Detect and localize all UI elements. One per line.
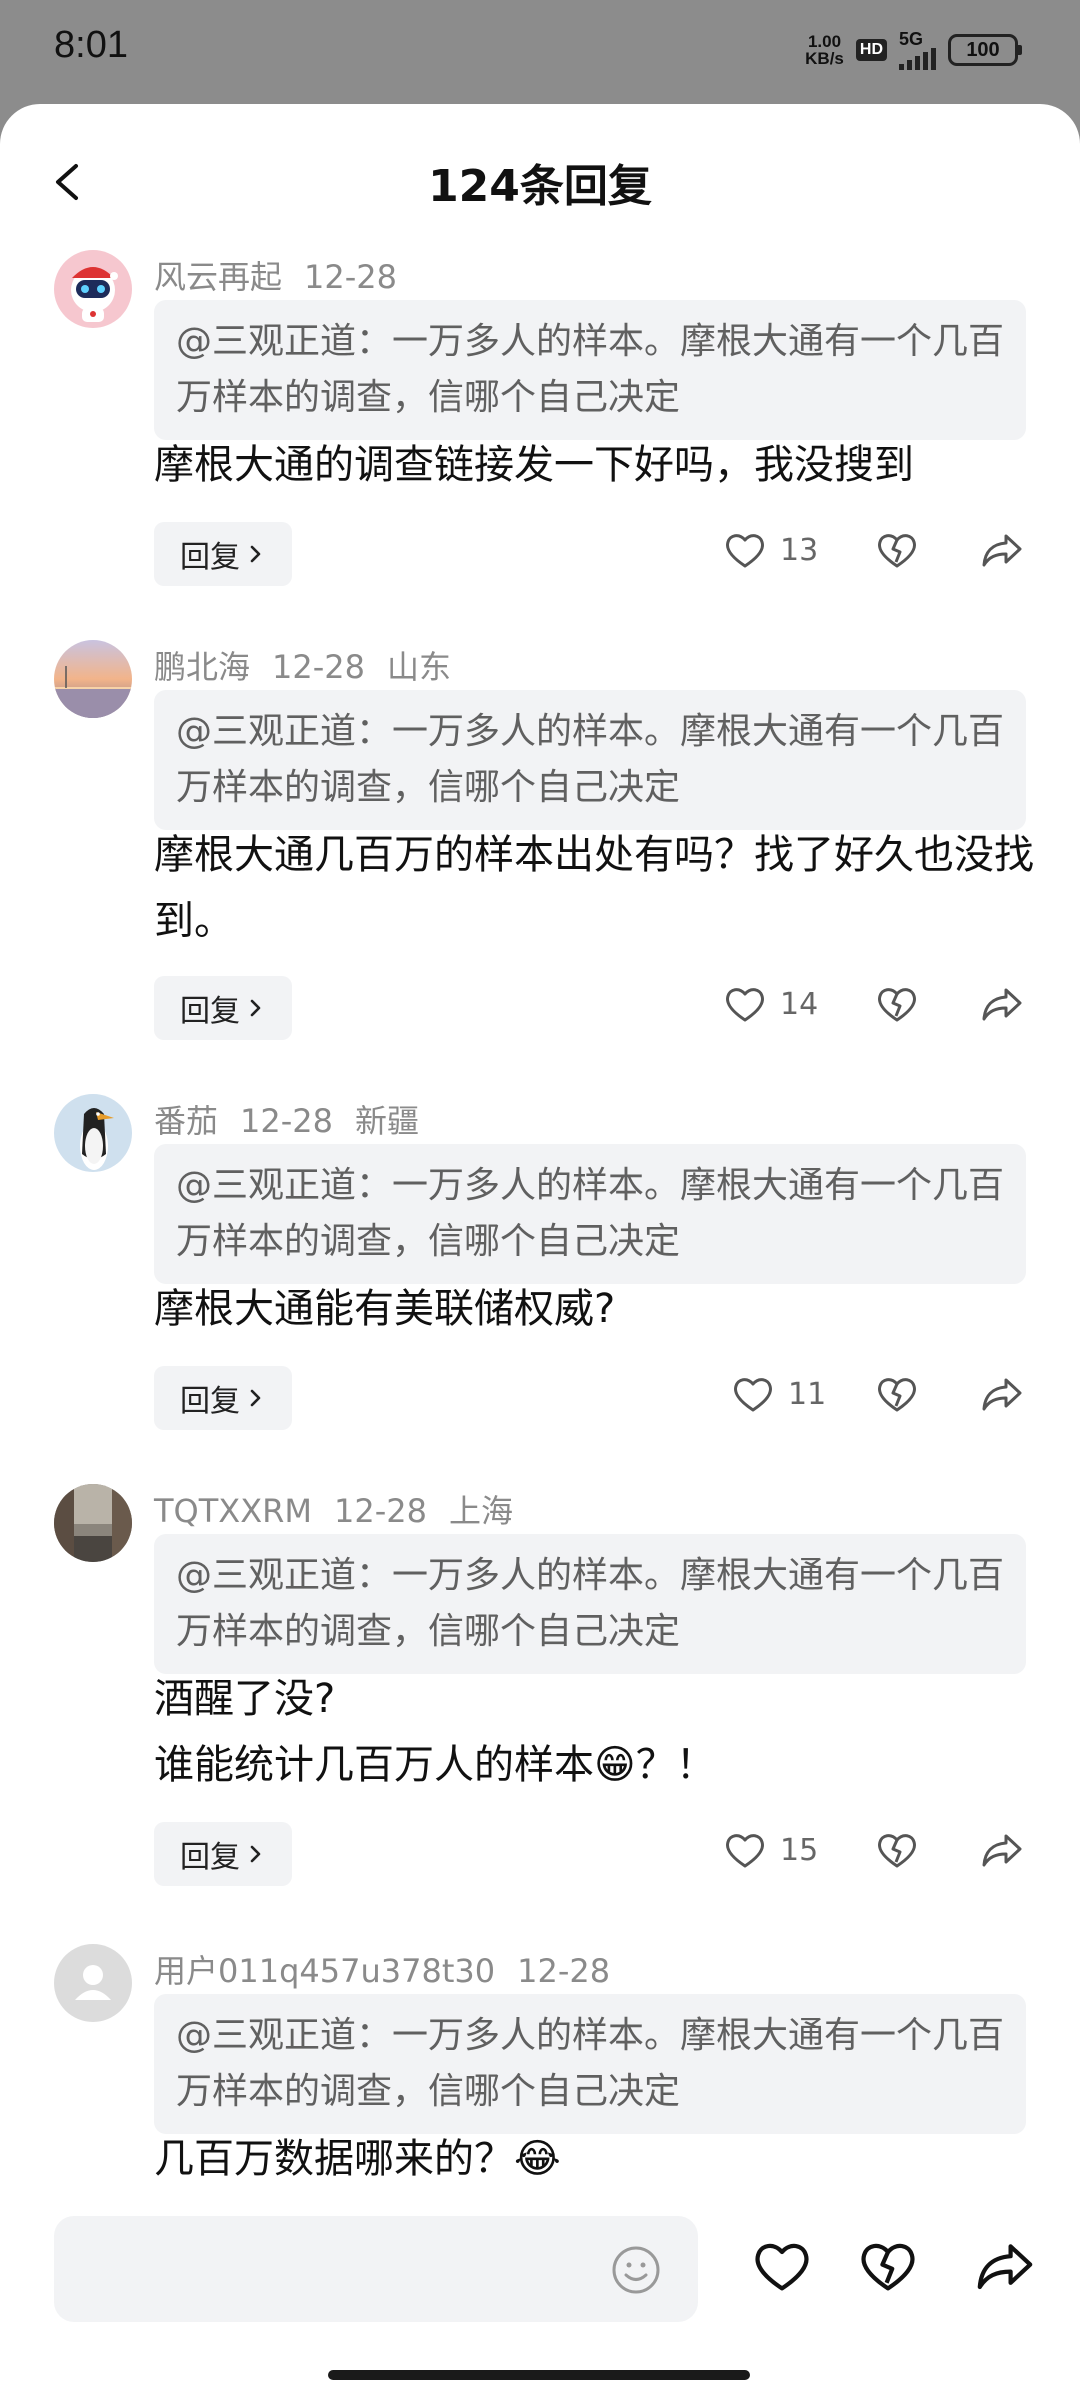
replies-sheet: 124条回复 风云再起 12-28 @三观正道：一万多人的样本。摩根大通有一个几百… bbox=[0, 104, 1080, 2400]
comment-date: 12-28 bbox=[304, 258, 397, 296]
comment-date: 12-28 bbox=[517, 1952, 611, 1990]
like-count: 14 bbox=[780, 986, 819, 1022]
comment-meta: 风云再起 12-28 bbox=[154, 252, 419, 298]
broken-heart-icon bbox=[861, 2243, 915, 2291]
comment-meta: 鹏北海 12-28 山东 bbox=[154, 642, 473, 688]
avatar[interactable] bbox=[54, 250, 132, 328]
share-icon bbox=[982, 1378, 1022, 1411]
share-icon bbox=[982, 534, 1022, 567]
comment-text: 摩根大通能有美联储权威? bbox=[154, 1286, 616, 1332]
avatar[interactable] bbox=[54, 1094, 132, 1172]
comment-actions: 15 bbox=[0, 1822, 1080, 1886]
comment-text-line: 谁能统计几百万人的样本😁？！ bbox=[154, 1742, 716, 1788]
status-time: 8:01 bbox=[54, 24, 128, 66]
quoted-comment: @三观正道：一万多人的样本。摩根大通有一个几百万样本的调查，信哪个自己决定 bbox=[154, 690, 1026, 830]
share-icon bbox=[982, 1834, 1022, 1867]
page-title: 124条回复 bbox=[428, 161, 652, 212]
username[interactable]: 风云再起 bbox=[154, 258, 282, 296]
share-button[interactable] bbox=[980, 530, 1024, 574]
quoted-comment: @三观正道：一万多人的样本。摩根大通有一个几百万样本的调查，信哪个自己决定 bbox=[154, 300, 1026, 440]
share-button[interactable] bbox=[980, 1374, 1024, 1418]
share-button[interactable] bbox=[980, 1830, 1024, 1874]
heart-icon bbox=[726, 1834, 764, 1868]
like-button[interactable] bbox=[752, 2238, 812, 2298]
heart-icon bbox=[726, 988, 764, 1022]
dislike-button[interactable] bbox=[876, 1374, 918, 1418]
comment-date: 12-28 bbox=[272, 648, 365, 686]
status-bar: 8:01 1.00 KB/s HD 5G 100 bbox=[0, 0, 1080, 100]
like-button[interactable]: 11 bbox=[732, 1374, 826, 1414]
tears-of-joy-emoji: 😂 bbox=[514, 2136, 561, 2182]
home-indicator[interactable] bbox=[328, 2370, 750, 2380]
comment-meta: 用户011q457u378t30 12-28 bbox=[154, 1946, 632, 1992]
header: 124条回复 bbox=[0, 104, 1080, 254]
dislike-button[interactable] bbox=[876, 1830, 918, 1874]
dislike-button[interactable] bbox=[876, 530, 918, 574]
like-count: 15 bbox=[780, 1832, 819, 1868]
dislike-button[interactable] bbox=[876, 984, 918, 1028]
comment-meta: 番茄 12-28 新疆 bbox=[154, 1096, 441, 1142]
avatar[interactable] bbox=[54, 1484, 132, 1562]
grin-emoji: 😁 bbox=[594, 1742, 636, 1788]
dislike-button[interactable] bbox=[858, 2238, 918, 2298]
comment-date: 12-28 bbox=[333, 1492, 427, 1530]
emoji-button[interactable] bbox=[610, 2244, 662, 2300]
quoted-comment: @三观正道：一万多人的样本。摩根大通有一个几百万样本的调查，信哪个自己决定 bbox=[154, 1994, 1026, 2134]
comment-input[interactable] bbox=[54, 2216, 698, 2322]
share-button[interactable] bbox=[980, 984, 1024, 1028]
like-count: 13 bbox=[780, 532, 819, 568]
username[interactable]: TQTXXRM bbox=[154, 1492, 312, 1530]
comment-location: 上海 bbox=[448, 1492, 513, 1530]
emoji-icon bbox=[612, 2246, 660, 2294]
signal-icon: 5G bbox=[899, 30, 936, 70]
comment-text: 几百万数据哪来的？😂 bbox=[154, 2136, 561, 2182]
broken-heart-icon bbox=[878, 534, 916, 568]
hd-badge: HD bbox=[855, 39, 887, 61]
comment-date: 12-28 bbox=[240, 1102, 333, 1140]
comment-text-line: 酒醒了没? bbox=[154, 1676, 336, 1722]
quoted-comment: @三观正道：一万多人的样本。摩根大通有一个几百万样本的调查，信哪个自己决定 bbox=[154, 1534, 1026, 1674]
comment-text: 摩根大通的调查链接发一下好吗，我没搜到 bbox=[154, 442, 914, 488]
like-button[interactable]: 13 bbox=[724, 530, 818, 570]
username[interactable]: 番茄 bbox=[154, 1102, 218, 1140]
comment-text: 酒醒了没? 谁能统计几百万人的样本😁？！ bbox=[154, 1666, 1034, 1798]
share-icon bbox=[982, 988, 1022, 1021]
share-button[interactable] bbox=[974, 2238, 1036, 2298]
comment-location: 山东 bbox=[387, 648, 452, 686]
username[interactable]: 鹏北海 bbox=[154, 648, 250, 686]
comment-actions: 13 bbox=[0, 522, 1080, 586]
battery-icon: 100 bbox=[948, 34, 1022, 66]
share-icon bbox=[977, 2244, 1033, 2290]
heart-icon bbox=[726, 534, 764, 568]
comment-meta: TQTXXRM 12-28 上海 bbox=[154, 1486, 535, 1532]
broken-heart-icon bbox=[878, 1834, 916, 1868]
heart-icon bbox=[734, 1378, 772, 1412]
comment-location: 新疆 bbox=[355, 1102, 420, 1140]
like-button[interactable]: 15 bbox=[724, 1830, 818, 1870]
battery-level: 100 bbox=[966, 38, 1000, 61]
quoted-comment: @三观正道：一万多人的样本。摩根大通有一个几百万样本的调查，信哪个自己决定 bbox=[154, 1144, 1026, 1284]
avatar[interactable] bbox=[54, 640, 132, 718]
comment-actions: 11 bbox=[0, 1366, 1080, 1430]
like-count: 11 bbox=[788, 1376, 827, 1412]
broken-heart-icon bbox=[878, 1378, 916, 1412]
network-speed: 1.00 KB/s bbox=[805, 32, 844, 68]
comment-text: 摩根大通几百万的样本出处有吗？找了好久也没找到。 bbox=[154, 832, 1034, 944]
avatar[interactable] bbox=[54, 1944, 132, 2022]
status-icons: 1.00 KB/s HD 5G 100 bbox=[805, 30, 1022, 70]
comment-actions: 14 bbox=[0, 976, 1080, 1040]
like-button[interactable]: 14 bbox=[724, 984, 818, 1024]
network-type: 5G bbox=[899, 29, 924, 49]
username[interactable]: 用户011q457u378t30 bbox=[154, 1952, 495, 1990]
broken-heart-icon bbox=[878, 988, 916, 1022]
heart-icon bbox=[755, 2243, 809, 2291]
